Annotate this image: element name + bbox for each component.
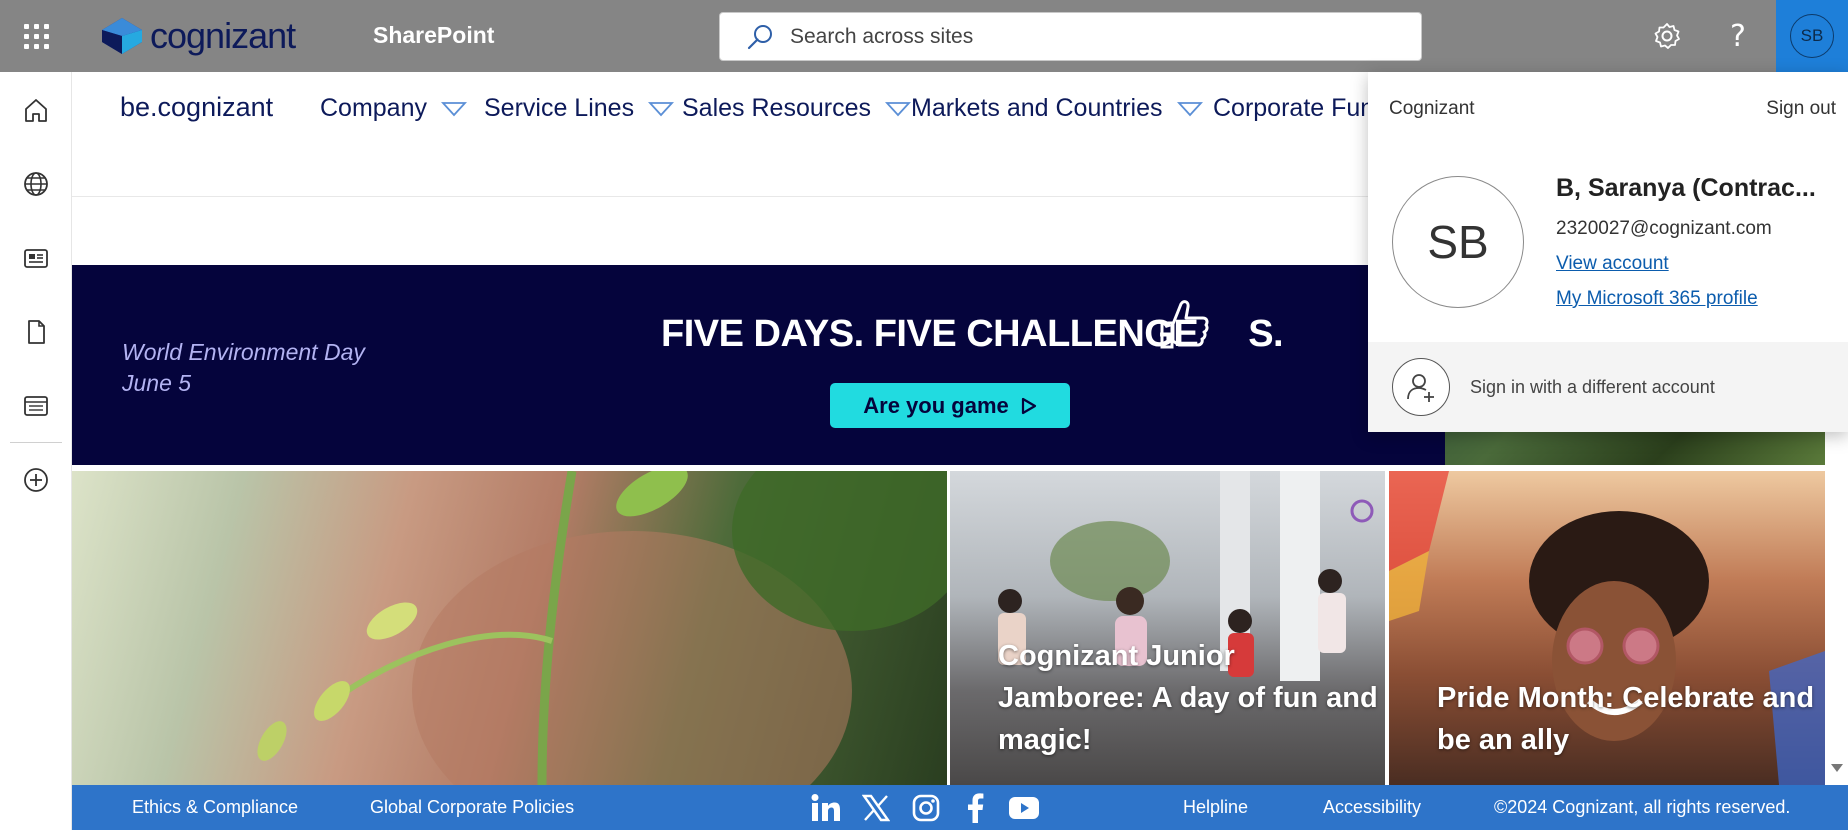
sign-out-button[interactable]: Sign out xyxy=(1766,98,1836,120)
globe-icon xyxy=(24,172,48,196)
nav-item-sales-resources[interactable]: Sales Resources xyxy=(682,94,911,123)
app-launcher-button[interactable] xyxy=(0,0,72,72)
instagram-link[interactable] xyxy=(909,791,943,825)
left-app-bar xyxy=(0,72,72,830)
waffle-icon xyxy=(23,23,49,49)
youtube-icon xyxy=(1009,797,1039,819)
document-icon xyxy=(28,320,45,344)
instagram-icon xyxy=(912,794,940,822)
footer-copyright: ©2024 Cognizant, all rights reserved. xyxy=(1494,797,1791,817)
site-title[interactable]: be.cognizant xyxy=(120,92,273,123)
footer-link-accessibility[interactable]: Accessibility xyxy=(1323,797,1421,818)
help-icon: ? xyxy=(1730,18,1746,54)
rail-home-button[interactable] xyxy=(16,90,56,130)
thumbs-up-icon xyxy=(1160,300,1209,349)
nav-item-label: Corporate Func xyxy=(1213,94,1387,122)
banner-headline-text: FIVE DAYS. FIVE CHALLENGE xyxy=(661,313,1199,355)
news-tile-plant[interactable] xyxy=(72,471,947,785)
settings-button[interactable] xyxy=(1645,14,1689,58)
chevron-down-icon xyxy=(884,101,911,116)
m365-profile-link[interactable]: My Microsoft 365 profile xyxy=(1556,288,1758,310)
list-icon xyxy=(24,396,48,416)
account-display-name: B, Saranya (Contrac... xyxy=(1556,174,1816,202)
facebook-icon xyxy=(968,793,984,823)
sharepoint-page: cognizant SharePoint ? SB xyxy=(0,0,1848,830)
banner-headline-suffix: S. xyxy=(1248,313,1284,355)
banner-cta-label: Are you game xyxy=(863,392,1009,418)
gear-icon xyxy=(1654,23,1680,49)
account-manager-button[interactable]: SB xyxy=(1776,0,1848,72)
nav-item-label: Sales Resources xyxy=(682,94,871,122)
nav-item-label: Company xyxy=(320,94,427,122)
news-tile-jamboree[interactable]: Cognizant Junior Jamboree: A day of fun … xyxy=(950,471,1385,785)
play-icon xyxy=(1021,397,1036,414)
search-box[interactable] xyxy=(719,12,1422,61)
x-icon xyxy=(862,794,890,822)
seedling-image xyxy=(257,471,947,785)
nav-item-label: Service Lines xyxy=(484,94,635,122)
add-circle-icon xyxy=(24,468,48,492)
account-email: 2320027@cognizant.com xyxy=(1556,218,1772,239)
nav-item-service-lines[interactable]: Service Lines xyxy=(484,94,675,123)
facebook-link[interactable] xyxy=(958,791,992,825)
logo-text: cognizant xyxy=(150,15,296,56)
chevron-down-icon xyxy=(1176,101,1203,116)
rail-create-button[interactable] xyxy=(16,460,56,500)
nav-item-markets-and-countries[interactable]: Markets and Countries xyxy=(911,94,1203,123)
rail-divider xyxy=(10,442,62,443)
sign-in-different-account-button[interactable]: Sign in with a different account xyxy=(1368,342,1848,432)
tile-title: Cognizant Junior Jamboree: A day of fun … xyxy=(998,640,1378,756)
footer-link-policies[interactable]: Global Corporate Policies xyxy=(370,797,574,818)
account-flyout: Cognizant Sign out SB B, Saranya (Contra… xyxy=(1368,72,1848,432)
linkedin-link[interactable] xyxy=(809,791,843,825)
footer-link-ethics[interactable]: Ethics & Compliance xyxy=(132,797,298,818)
app-name[interactable]: SharePoint xyxy=(373,22,494,49)
footer-link-helpline[interactable]: Helpline xyxy=(1183,797,1248,818)
nav-item-corporate-functions[interactable]: Corporate Func xyxy=(1213,94,1387,123)
avatar: SB xyxy=(1790,14,1834,58)
x-link[interactable] xyxy=(859,791,893,825)
home-icon xyxy=(25,99,47,122)
suite-bar: cognizant SharePoint ? SB xyxy=(0,0,1848,72)
rail-lists-button[interactable] xyxy=(16,386,56,426)
banner-event: World Environment Day June 5 xyxy=(122,337,365,399)
nav-item-label: Markets and Countries xyxy=(911,94,1163,122)
help-button[interactable]: ? xyxy=(1716,14,1760,58)
banner-event-date: June 5 xyxy=(122,370,192,396)
rail-news-button[interactable] xyxy=(16,238,56,278)
cognizant-logo[interactable]: cognizant xyxy=(100,14,296,58)
chevron-down-icon xyxy=(648,101,675,116)
banner-event-name: World Environment Day xyxy=(122,339,365,365)
news-tile-pride[interactable]: Pride Month: Celebrate and be an ally xyxy=(1389,471,1825,785)
account-org-name: Cognizant xyxy=(1389,98,1475,119)
sign-in-different-account-label: Sign in with a different account xyxy=(1470,376,1715,397)
banner-cta-button[interactable]: Are you game xyxy=(830,383,1070,428)
nav-item-company[interactable]: Company xyxy=(320,94,467,123)
account-avatar: SB xyxy=(1392,176,1524,308)
linkedin-icon xyxy=(811,794,840,821)
chevron-down-icon xyxy=(441,101,467,116)
youtube-link[interactable] xyxy=(1007,791,1041,825)
site-footer: Ethics & Compliance Global Corporate Pol… xyxy=(72,785,1848,830)
view-account-link[interactable]: View account xyxy=(1556,253,1669,275)
rail-sites-button[interactable] xyxy=(16,164,56,204)
scroll-down-arrow-icon[interactable] xyxy=(1829,760,1845,776)
search-input[interactable] xyxy=(790,24,1390,49)
rail-files-button[interactable] xyxy=(16,312,56,352)
tile-title: Pride Month: Celebrate and be an ally xyxy=(1437,682,1815,756)
news-icon xyxy=(24,249,48,268)
cognizant-mark-icon xyxy=(102,18,142,54)
add-person-icon xyxy=(1392,358,1450,416)
search-icon xyxy=(747,24,772,49)
